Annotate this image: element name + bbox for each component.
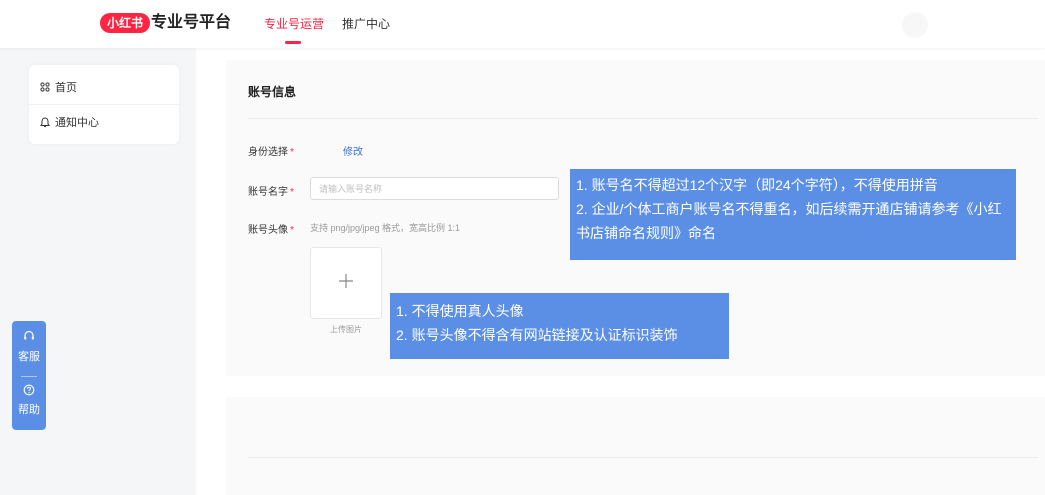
active-tab-indicator bbox=[285, 41, 301, 44]
account-name-input[interactable] bbox=[310, 177, 559, 200]
customer-service-button[interactable]: 客服 bbox=[12, 330, 46, 364]
avatar-rules-tooltip: 1. 不得使用真人头像 2. 账号头像不得含有网站链接及认证标识装饰 bbox=[390, 293, 729, 359]
account-avatar-label: 账号头像 * bbox=[248, 221, 294, 236]
name-rules-tooltip: 1. 账号名不得超过12个汉字（即24个字符），不得使用拼音 2. 企业/个体工… bbox=[570, 169, 1016, 260]
section-title: 账号信息 bbox=[248, 85, 297, 99]
section-divider bbox=[248, 118, 1038, 119]
question-icon bbox=[23, 384, 35, 399]
account-avatar-label-text: 账号头像 bbox=[248, 225, 288, 236]
help-button[interactable]: 帮助 bbox=[12, 384, 46, 417]
sidebar-item-label: 通知中心 bbox=[55, 117, 99, 129]
help-label: 帮助 bbox=[18, 404, 40, 416]
customer-service-label: 客服 bbox=[18, 351, 40, 363]
platform-title: 专业号平台 bbox=[151, 14, 232, 31]
identity-edit-link[interactable]: 修改 bbox=[343, 143, 363, 158]
avatar-upload-button[interactable] bbox=[310, 247, 382, 319]
avatar-format-hint: 支持 png/jpg/jpeg 格式，宽高比例 1:1 bbox=[310, 223, 461, 233]
xiaohongshu-logo[interactable]: 小红书 bbox=[100, 13, 151, 33]
required-mark: * bbox=[290, 147, 294, 158]
upload-label: 上传图片 bbox=[330, 325, 362, 334]
name-rule-2: 2. 企业/个体工商户账号名不得重名，如后续需开通店铺请参考《小红书店铺命名规则… bbox=[576, 201, 1002, 241]
top-header: 小红书 专业号平台 专业号运营 推广中心 bbox=[0, 0, 1045, 48]
name-rule-1: 1. 账号名不得超过12个汉字（即24个字符），不得使用拼音 bbox=[576, 177, 938, 193]
tab-account-operation[interactable]: 专业号运营 bbox=[264, 16, 324, 32]
sidebar-item-notifications[interactable]: 通知中心 bbox=[39, 112, 99, 132]
bell-icon bbox=[39, 116, 51, 128]
sidebar-menu: 首页 通知中心 bbox=[29, 65, 179, 144]
required-mark: * bbox=[290, 225, 294, 236]
grid-icon bbox=[39, 81, 51, 93]
required-mark: * bbox=[290, 187, 294, 198]
sidebar-item-label: 首页 bbox=[55, 82, 77, 94]
tab-promotion-center[interactable]: 推广中心 bbox=[342, 16, 390, 32]
menu-divider bbox=[29, 104, 179, 105]
account-name-label-text: 账号名字 bbox=[248, 187, 288, 198]
secondary-card-divider bbox=[248, 457, 1038, 458]
account-name-label: 账号名字 * bbox=[248, 183, 294, 198]
plus-icon bbox=[337, 272, 355, 295]
secondary-card bbox=[226, 397, 1045, 495]
headset-icon bbox=[23, 330, 35, 345]
sidebar-item-home[interactable]: 首页 bbox=[39, 77, 77, 97]
avatar-rule-1: 1. 不得使用真人头像 bbox=[396, 303, 524, 319]
floating-support-panel: 客服 帮助 bbox=[12, 321, 46, 430]
identity-label: 身份选择 * bbox=[248, 143, 294, 158]
avatar-rule-2: 2. 账号头像不得含有网站链接及认证标识装饰 bbox=[396, 327, 678, 343]
identity-label-text: 身份选择 bbox=[248, 147, 288, 158]
float-divider bbox=[21, 376, 37, 377]
user-avatar[interactable] bbox=[902, 12, 928, 38]
